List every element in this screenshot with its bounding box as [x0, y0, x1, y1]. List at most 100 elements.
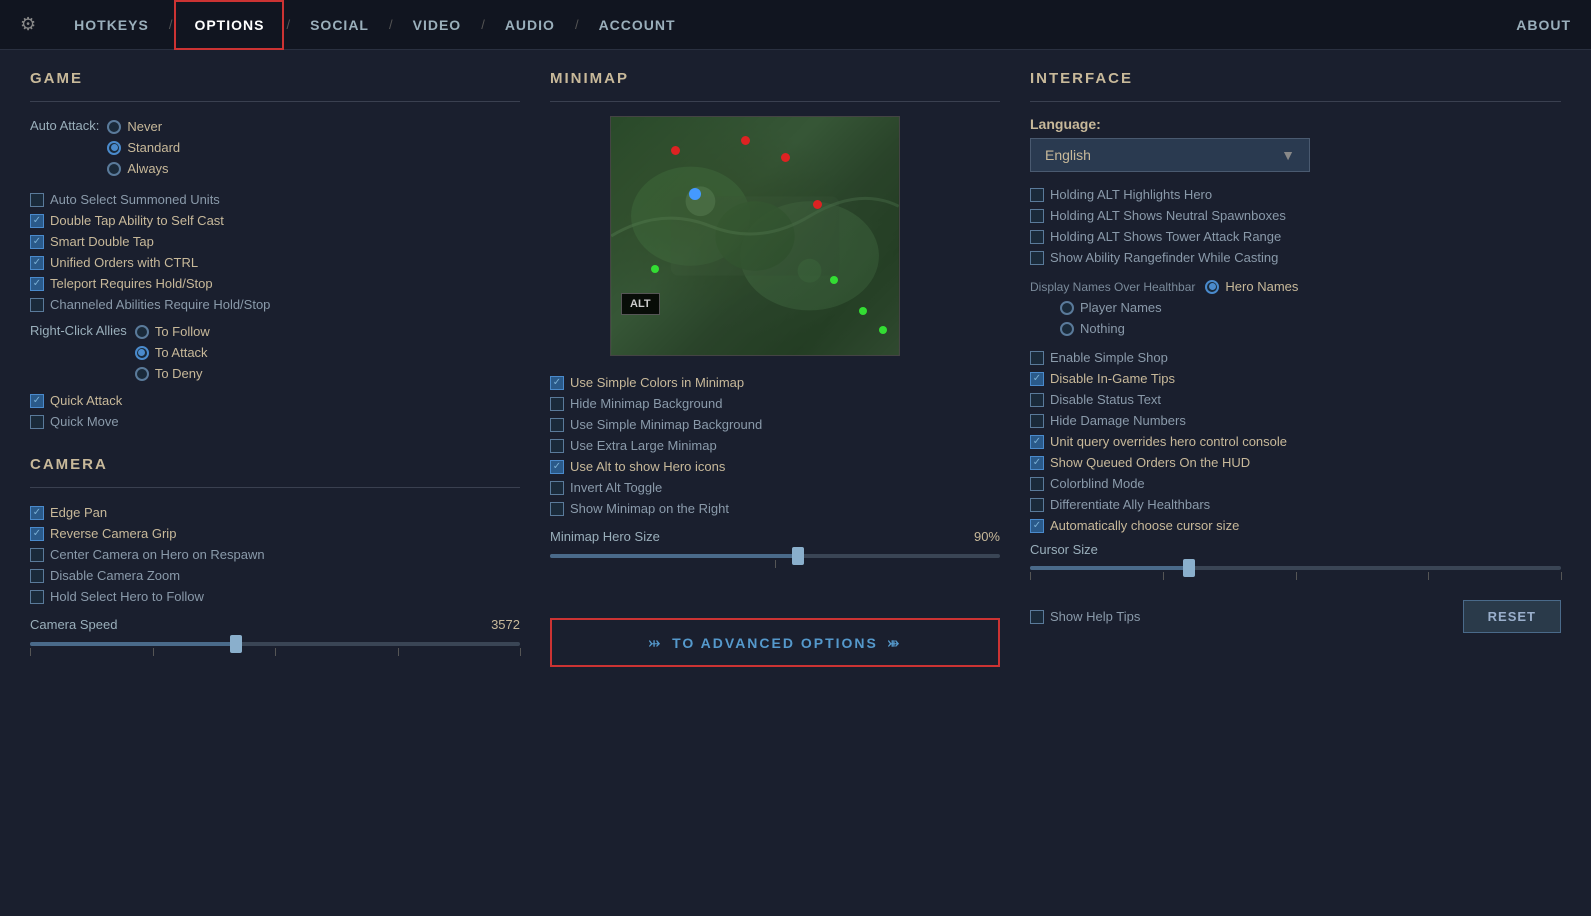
cb-enable-simple-shop[interactable]: Enable Simple Shop: [1030, 347, 1561, 368]
cb-double-tap[interactable]: Double Tap Ability to Self Cast: [30, 210, 520, 231]
checkbox-reverse-camera[interactable]: [30, 527, 44, 541]
auto-attack-group: Auto Attack: Never Standard Always: [30, 116, 520, 179]
checkbox-enable-simple-shop[interactable]: [1030, 351, 1044, 365]
nav-item-social[interactable]: SOCIAL: [292, 0, 387, 50]
cursor-tick-0: [1030, 572, 1031, 580]
cb-teleport[interactable]: Teleport Requires Hold/Stop: [30, 273, 520, 294]
nav-item-video[interactable]: VIDEO: [395, 0, 480, 50]
cb-extra-large[interactable]: Use Extra Large Minimap: [550, 435, 1000, 456]
cb-quick-attack[interactable]: Quick Attack: [30, 390, 520, 411]
cb-smart-double[interactable]: Smart Double Tap: [30, 231, 520, 252]
cb-reverse-camera[interactable]: Reverse Camera Grip: [30, 523, 520, 544]
cb-hide-bg[interactable]: Hide Minimap Background: [550, 393, 1000, 414]
checkbox-alt-hero[interactable]: [550, 460, 564, 474]
nav-item-audio[interactable]: AUDIO: [487, 0, 573, 50]
nav-item-hotkeys[interactable]: HOTKEYS: [56, 0, 167, 50]
checkbox-disable-status-text[interactable]: [1030, 393, 1044, 407]
cb-edge-pan[interactable]: Edge Pan: [30, 502, 520, 523]
checkbox-hold-select[interactable]: [30, 590, 44, 604]
rca-to-attack[interactable]: To Attack: [135, 342, 210, 363]
checkbox-hide-bg[interactable]: [550, 397, 564, 411]
cb-unit-query[interactable]: Unit query overrides hero control consol…: [1030, 431, 1561, 452]
language-dropdown[interactable]: English ▼: [1030, 138, 1310, 172]
dn-hero-names[interactable]: Hero Names: [1205, 276, 1298, 297]
radio-standard[interactable]: [107, 141, 121, 155]
checkbox-smart-double[interactable]: [30, 235, 44, 249]
checkbox-double-tap[interactable]: [30, 214, 44, 228]
checkbox-colorblind[interactable]: [1030, 477, 1044, 491]
nav-about[interactable]: ABOUT: [1516, 17, 1571, 33]
checkbox-unified-orders[interactable]: [30, 256, 44, 270]
reset-button[interactable]: RESET: [1463, 600, 1561, 633]
checkbox-invert-alt[interactable]: [550, 481, 564, 495]
checkbox-auto-cursor[interactable]: [1030, 519, 1044, 533]
cb-holding-alt-tower[interactable]: Holding ALT Shows Tower Attack Range: [1030, 226, 1561, 247]
checkbox-quick-move[interactable]: [30, 415, 44, 429]
cb-hide-damage-numbers[interactable]: Hide Damage Numbers: [1030, 410, 1561, 431]
radio-never[interactable]: [107, 120, 121, 134]
cb-center-camera[interactable]: Center Camera on Hero on Respawn: [30, 544, 520, 565]
cb-show-queued[interactable]: Show Queued Orders On the HUD: [1030, 452, 1561, 473]
cb-unified-orders[interactable]: Unified Orders with CTRL: [30, 252, 520, 273]
radio-nothing[interactable]: [1060, 322, 1074, 336]
nav-item-options[interactable]: OPTIONS: [174, 0, 284, 50]
checkbox-quick-attack[interactable]: [30, 394, 44, 408]
advanced-options-button[interactable]: ⤔ TO ADVANCED OPTIONS ⤕: [550, 618, 1000, 667]
radio-always[interactable]: [107, 162, 121, 176]
cb-show-ability-range[interactable]: Show Ability Rangefinder While Casting: [1030, 247, 1561, 268]
rca-to-follow[interactable]: To Follow: [135, 321, 210, 342]
dn-player-names[interactable]: Player Names: [1060, 297, 1561, 318]
cb-minimap-right[interactable]: Show Minimap on the Right: [550, 498, 1000, 519]
auto-attack-standard[interactable]: Standard: [107, 137, 180, 158]
checkbox-auto-select[interactable]: [30, 193, 44, 207]
checkbox-disable-zoom[interactable]: [30, 569, 44, 583]
rca-to-deny[interactable]: To Deny: [135, 363, 210, 384]
cb-channeled[interactable]: Channeled Abilities Require Hold/Stop: [30, 294, 520, 315]
cb-alt-hero[interactable]: Use Alt to show Hero icons: [550, 456, 1000, 477]
checkbox-disable-ingame-tips[interactable]: [1030, 372, 1044, 386]
cb-show-help-tips[interactable]: Show Help Tips: [1030, 606, 1140, 627]
checkbox-simple-bg[interactable]: [550, 418, 564, 432]
checkbox-teleport[interactable]: [30, 277, 44, 291]
radio-to-follow[interactable]: [135, 325, 149, 339]
cb-colorblind[interactable]: Colorblind Mode: [1030, 473, 1561, 494]
checkbox-show-help-tips[interactable]: [1030, 610, 1044, 624]
checkbox-show-queued[interactable]: [1030, 456, 1044, 470]
cb-disable-status-text[interactable]: Disable Status Text: [1030, 389, 1561, 410]
gear-icon[interactable]: ⚙: [20, 14, 36, 35]
auto-attack-always[interactable]: Always: [107, 158, 180, 179]
display-names-label: Display Names Over Healthbar: [1030, 280, 1195, 294]
checkbox-unit-query[interactable]: [1030, 435, 1044, 449]
radio-to-deny[interactable]: [135, 367, 149, 381]
cb-auto-cursor[interactable]: Automatically choose cursor size: [1030, 515, 1561, 536]
checkbox-holding-alt-highlights[interactable]: [1030, 188, 1044, 202]
radio-hero-names[interactable]: [1205, 280, 1219, 294]
checkbox-center-camera[interactable]: [30, 548, 44, 562]
checkbox-show-ability-range[interactable]: [1030, 251, 1044, 265]
checkbox-extra-large[interactable]: [550, 439, 564, 453]
checkbox-channeled[interactable]: [30, 298, 44, 312]
checkbox-simple-colors[interactable]: [550, 376, 564, 390]
cb-holding-alt-highlights[interactable]: Holding ALT Highlights Hero: [1030, 184, 1561, 205]
checkbox-minimap-right[interactable]: [550, 502, 564, 516]
checkbox-differentiate-ally[interactable]: [1030, 498, 1044, 512]
cb-auto-select[interactable]: Auto Select Summoned Units: [30, 189, 520, 210]
cb-hold-select[interactable]: Hold Select Hero to Follow: [30, 586, 520, 607]
cb-differentiate-ally[interactable]: Differentiate Ally Healthbars: [1030, 494, 1561, 515]
dn-nothing[interactable]: Nothing: [1060, 318, 1561, 339]
nav-item-account[interactable]: ACCOUNT: [581, 0, 694, 50]
radio-player-names[interactable]: [1060, 301, 1074, 315]
checkbox-holding-alt-tower[interactable]: [1030, 230, 1044, 244]
cb-disable-ingame-tips[interactable]: Disable In-Game Tips: [1030, 368, 1561, 389]
checkbox-edge-pan[interactable]: [30, 506, 44, 520]
cb-simple-bg[interactable]: Use Simple Minimap Background: [550, 414, 1000, 435]
cb-holding-alt-neutral[interactable]: Holding ALT Shows Neutral Spawnboxes: [1030, 205, 1561, 226]
cb-disable-zoom[interactable]: Disable Camera Zoom: [30, 565, 520, 586]
cb-invert-alt[interactable]: Invert Alt Toggle: [550, 477, 1000, 498]
auto-attack-never[interactable]: Never: [107, 116, 180, 137]
checkbox-holding-alt-neutral[interactable]: [1030, 209, 1044, 223]
cb-quick-move[interactable]: Quick Move: [30, 411, 520, 432]
cb-simple-colors[interactable]: Use Simple Colors in Minimap: [550, 372, 1000, 393]
radio-to-attack[interactable]: [135, 346, 149, 360]
checkbox-hide-damage-numbers[interactable]: [1030, 414, 1044, 428]
